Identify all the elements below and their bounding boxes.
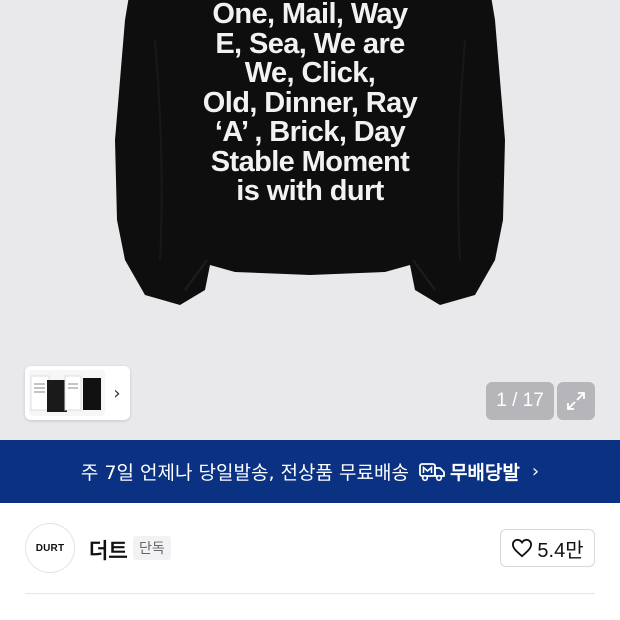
expand-icon [567, 392, 585, 410]
brand-row: DURT 더트 단독 5.4만 [0, 503, 620, 593]
product-image[interactable]: One, Mail, Way E, Sea, We are We, Click,… [0, 0, 620, 440]
print-line: We, Click, [244, 57, 376, 89]
chevron-right-icon: › [531, 461, 540, 482]
thumbnail-garments-icon [30, 375, 101, 412]
expand-button[interactable] [557, 382, 595, 420]
page-counter: 1 / 17 [486, 382, 554, 420]
print-line: E, Sea, We are [215, 27, 405, 60]
like-count: 5.4만 [537, 539, 584, 562]
brand-name[interactable]: 더트 [89, 535, 128, 565]
shipping-badge-label: 무배당발 [449, 462, 520, 484]
print-line: Old, Dinner, Ray [202, 86, 418, 119]
print-line: is with durt [236, 175, 384, 207]
like-button[interactable]: 5.4만 [500, 529, 595, 567]
thumbnail-image[interactable] [29, 370, 105, 416]
garment-print-text: One, Mail, Way E, Sea, We are We, Click,… [150, 0, 470, 207]
print-line: One, Mail, Way [212, 0, 408, 30]
print-line: ‘A’ , Brick, Day [214, 116, 406, 148]
delivery-truck-icon [419, 462, 445, 482]
brand-logo[interactable]: DURT [25, 523, 75, 573]
print-line: Stable Moment [210, 145, 410, 178]
thumbnail-strip[interactable]: › [25, 366, 130, 420]
shipping-banner-text: 주 7일 언제나 당일발송, 전상품 무료배송 [80, 462, 409, 484]
chevron-right-icon[interactable]: › [105, 366, 129, 420]
heart-icon [512, 538, 533, 558]
exclusive-badge: 단독 [133, 536, 171, 560]
shipping-banner[interactable]: 주 7일 언제나 당일발송, 전상품 무료배송 무배당발 › [0, 440, 620, 503]
divider [25, 593, 595, 594]
